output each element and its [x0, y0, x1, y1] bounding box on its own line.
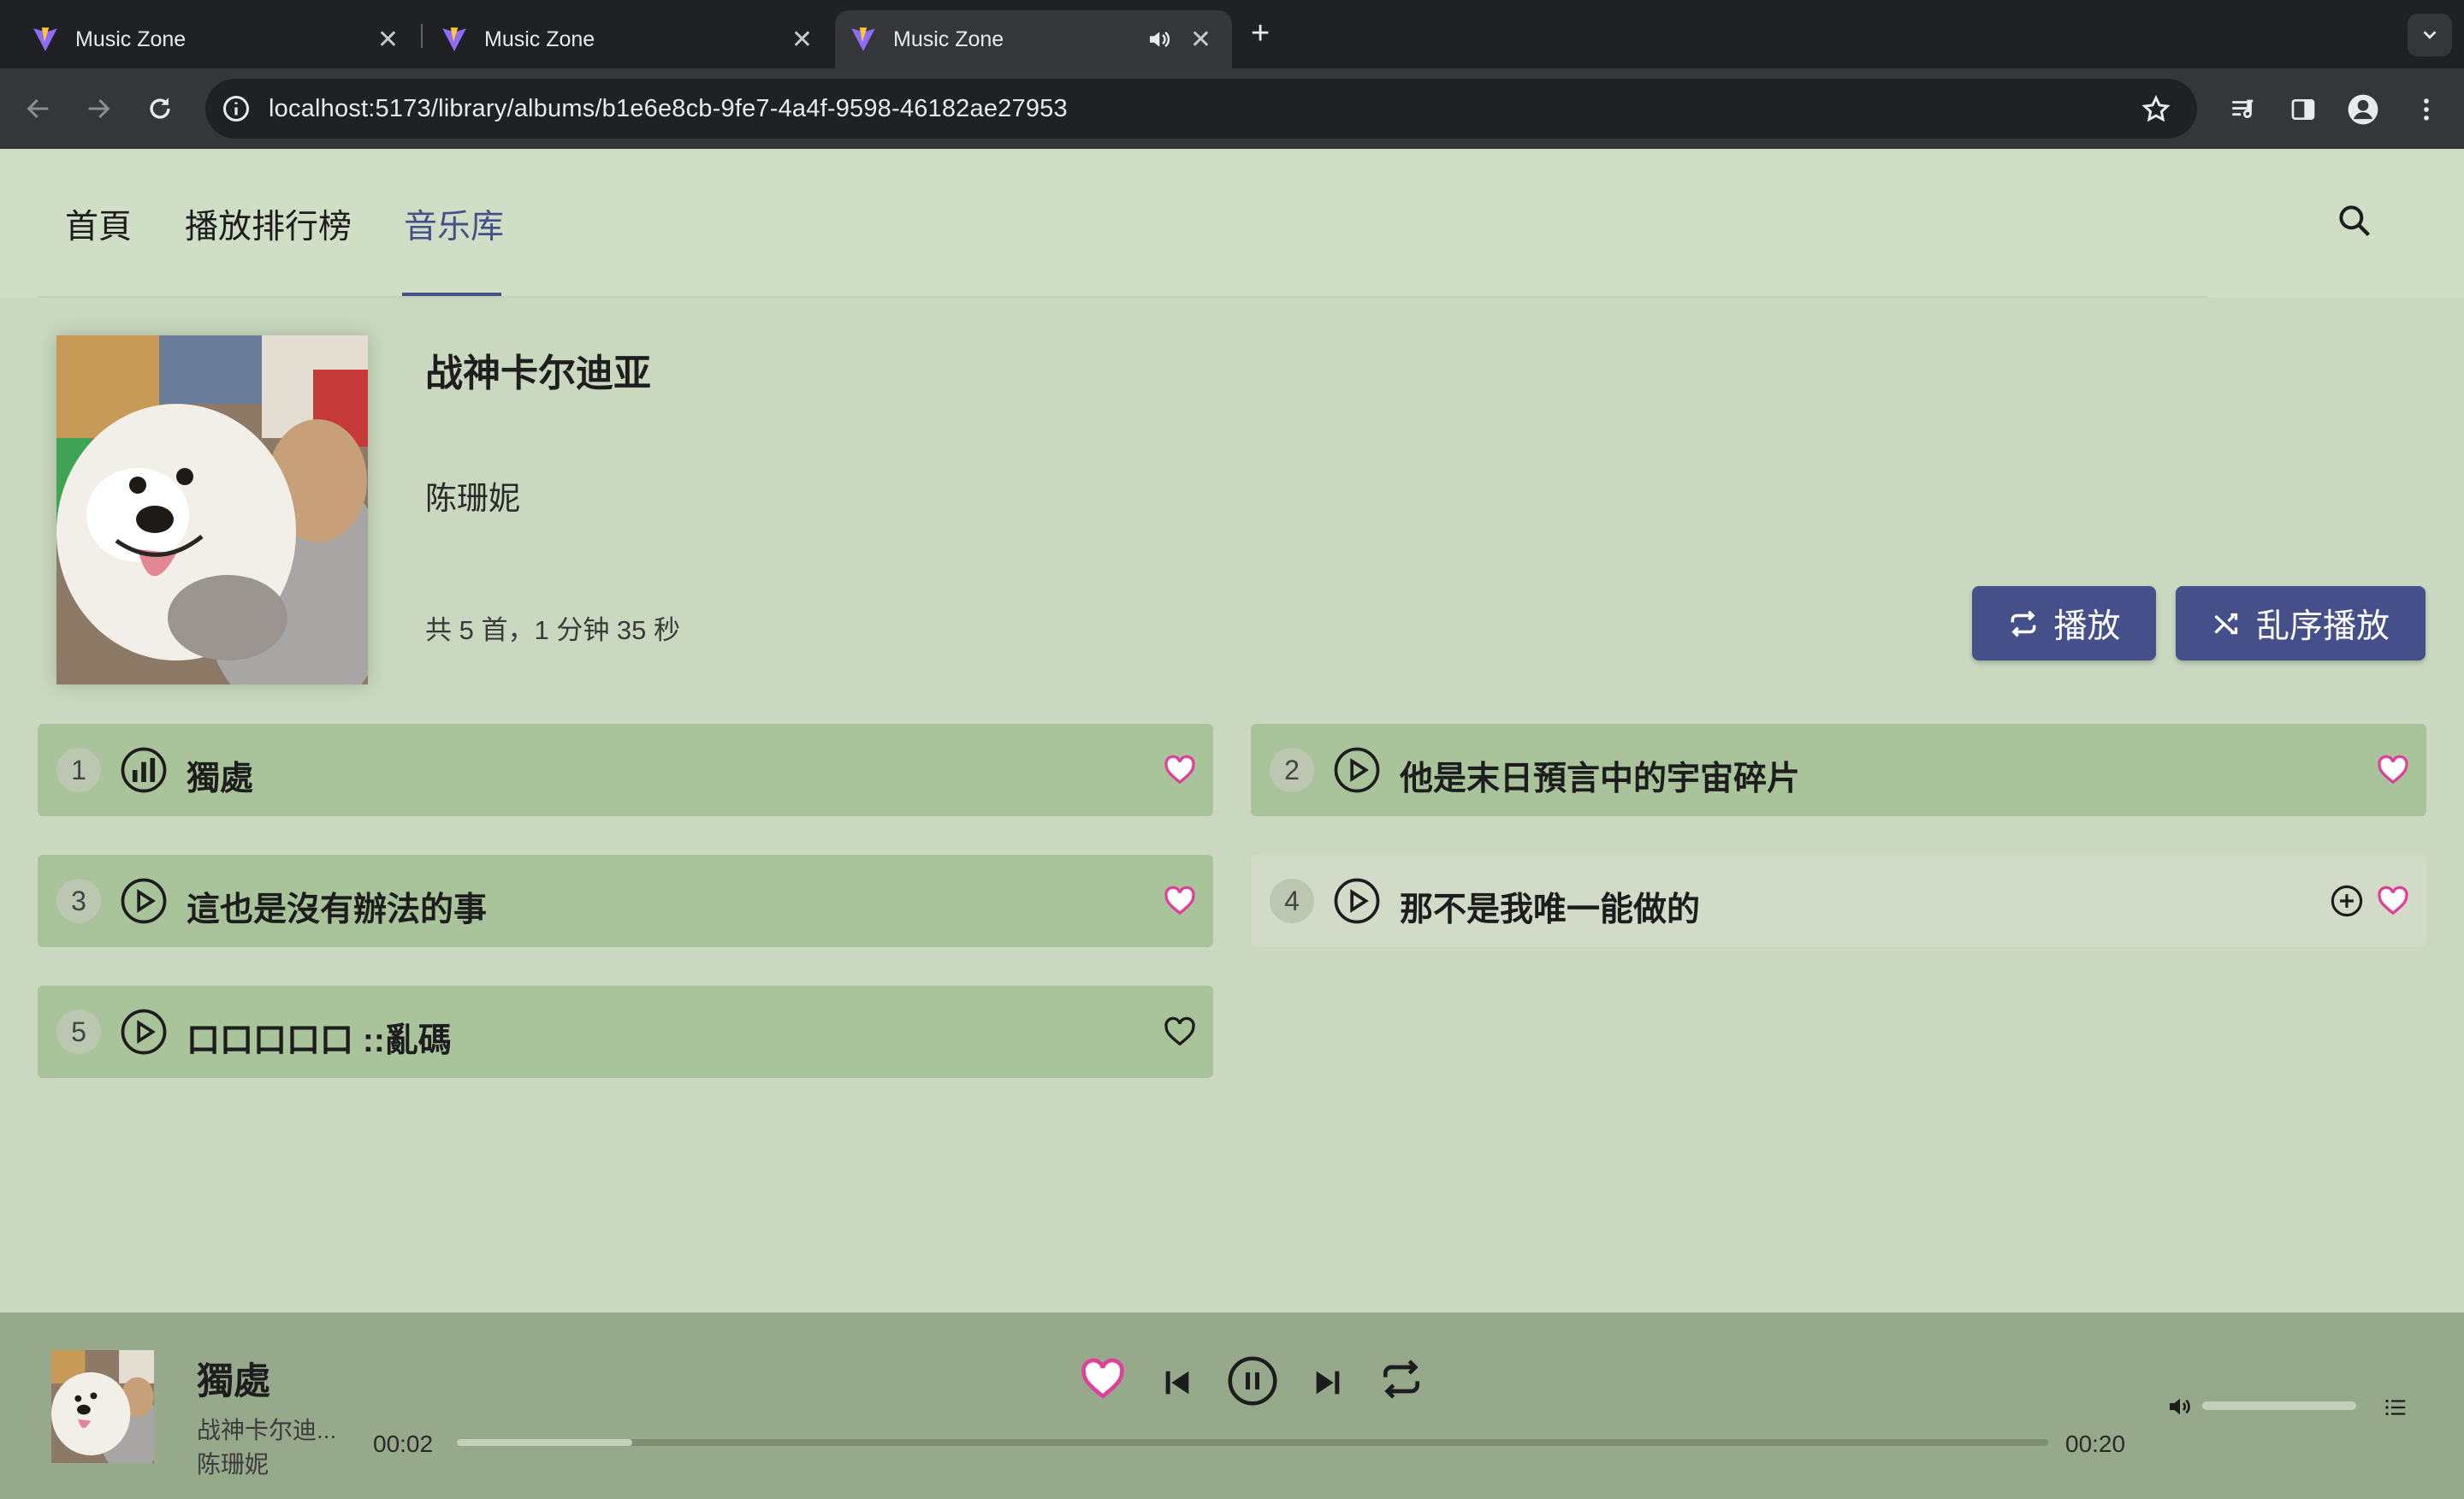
pause-circle-icon[interactable]: [1227, 1355, 1278, 1407]
browser-toolbar: localhost:5173/library/albums/b1e6e8cb-9…: [0, 68, 2464, 149]
browser-menu-button[interactable]: [2409, 92, 2443, 127]
total-time: 00:20: [2065, 1431, 2126, 1457]
reload-icon: [150, 98, 170, 119]
heart-icon[interactable]: [2375, 884, 2411, 918]
heart-icon[interactable]: [1162, 753, 1198, 787]
add-to-queue-icon[interactable]: [2329, 883, 2365, 919]
track-row[interactable]: 3 這也是沒有辦法的事: [38, 855, 1213, 947]
profile-button[interactable]: [2346, 92, 2380, 127]
now-playing-title: 獨處: [197, 1361, 270, 1402]
repeat-icon[interactable]: [1377, 1355, 1425, 1403]
search-icon[interactable]: [2336, 202, 2373, 240]
play-circle-icon[interactable]: [1333, 877, 1381, 925]
track-row[interactable]: 5 口口口口口 ::亂碼: [38, 986, 1213, 1078]
track-number: 5: [56, 1010, 101, 1054]
tab-charts[interactable]: 播放排行榜: [185, 200, 352, 248]
back-button[interactable]: [21, 91, 56, 127]
track-row[interactable]: 2 他是末日預言中的宇宙碎片: [1251, 724, 2426, 816]
progress-fill: [457, 1439, 632, 1446]
chevron-down-icon: [2423, 31, 2437, 39]
previous-track-icon[interactable]: [1160, 1364, 1194, 1401]
close-tab-icon[interactable]: ✕: [791, 25, 813, 55]
more-vertical-icon: [2424, 98, 2429, 121]
heart-icon[interactable]: [1162, 884, 1198, 918]
browser-tab-title: Music Zone: [484, 27, 595, 51]
url-text: localhost:5173/library/albums/b1e6e8cb-9…: [269, 95, 1068, 122]
track-title: 這也是沒有辦法的事: [187, 892, 488, 928]
track-number: 2: [1270, 748, 1314, 792]
track-number: 1: [56, 748, 101, 792]
repeat-icon: [2011, 610, 2036, 637]
close-tab-icon[interactable]: ✕: [1190, 25, 1211, 55]
browser-tab[interactable]: Music Zone ✕: [0, 10, 419, 68]
volume-slider[interactable]: [2202, 1401, 2356, 1410]
now-playing-cover-image: [51, 1350, 154, 1463]
shuffle-album-label: 乱序播放: [2255, 607, 2390, 645]
player-bar: 獨處 战神卡尔迪... 陈珊妮 00:02 00:20: [0, 1312, 2464, 1499]
track-number: 4: [1270, 879, 1314, 923]
shuffle-album-button[interactable]: 乱序播放: [2176, 586, 2426, 661]
play-circle-icon[interactable]: [120, 877, 168, 925]
now-playing-equalizer-icon[interactable]: [120, 746, 168, 794]
browser-tab[interactable]: Music Zone ✕: [423, 10, 833, 68]
tab-home[interactable]: 首頁: [65, 200, 132, 248]
next-track-icon[interactable]: [1311, 1364, 1345, 1401]
vite-favicon-icon: [33, 27, 57, 51]
volume-fill: [2202, 1401, 2356, 1410]
album-artist[interactable]: 陈珊妮: [425, 472, 520, 518]
browser-tab-title: Music Zone: [75, 27, 187, 51]
play-album-button[interactable]: 播放: [1972, 586, 2156, 661]
track-title: 獨處: [187, 761, 254, 797]
play-circle-icon[interactable]: [1333, 746, 1381, 794]
queue-music-icon: [2232, 99, 2254, 118]
arrow-right-icon: [88, 98, 110, 119]
vite-favicon-icon: [442, 27, 466, 51]
album-cover-image: [56, 335, 368, 684]
side-panel-icon: [2291, 99, 2315, 120]
heart-outline-icon[interactable]: [1162, 1015, 1198, 1049]
track-title: 那不是我唯一能做的: [1400, 892, 1701, 928]
side-panel-button[interactable]: [2286, 92, 2320, 127]
elapsed-time: 00:02: [373, 1431, 434, 1457]
tab-library[interactable]: 音乐库: [404, 200, 504, 248]
speaker-icon[interactable]: [1146, 27, 1171, 52]
now-playing-artist[interactable]: 陈珊妮: [197, 1446, 269, 1480]
header-divider: [38, 296, 2207, 298]
shuffle-icon: [2214, 613, 2238, 634]
track-title: 他是末日預言中的宇宙碎片: [1400, 761, 1801, 797]
track-row[interactable]: 1 獨處: [38, 724, 1213, 816]
address-bar[interactable]: localhost:5173/library/albums/b1e6e8cb-9…: [205, 79, 2197, 139]
account-icon: [2348, 94, 2378, 125]
queue-list-icon[interactable]: [2382, 1395, 2409, 1420]
close-tab-icon[interactable]: ✕: [377, 25, 399, 55]
album-cover: [56, 335, 368, 684]
browser-tab-active[interactable]: Music Zone ✕: [835, 10, 1232, 68]
tab-search-button[interactable]: [2408, 14, 2452, 56]
vite-favicon-icon: [851, 27, 875, 51]
arrow-left-icon: [27, 98, 49, 119]
heart-icon[interactable]: [2375, 753, 2411, 787]
browser-tab-title: Music Zone: [893, 27, 1004, 51]
now-playing-cover[interactable]: [51, 1350, 154, 1463]
play-album-label: 播放: [2053, 607, 2121, 645]
album-meta: 共 5 首，1 分钟 35 秒: [425, 615, 681, 645]
bookmark-star-icon[interactable]: [2141, 94, 2171, 125]
info-icon[interactable]: [221, 93, 252, 124]
new-tab-button[interactable]: +: [1251, 15, 1270, 52]
volume-icon[interactable]: [2166, 1393, 2194, 1420]
forward-button[interactable]: [80, 91, 116, 127]
browser-tab-bar: Music Zone ✕ Music Zone ✕ Music Zone ✕ +: [0, 0, 2464, 68]
track-row[interactable]: 4 那不是我唯一能做的: [1251, 855, 2426, 947]
track-title: 口口口口口 ::亂碼: [187, 1022, 452, 1059]
reload-button[interactable]: [142, 91, 178, 127]
now-playing-album[interactable]: 战神卡尔迪...: [197, 1412, 336, 1446]
progress-bar[interactable]: [457, 1439, 2048, 1446]
track-number: 3: [56, 879, 101, 923]
media-controls-button[interactable]: [2226, 92, 2260, 127]
play-circle-icon[interactable]: [120, 1008, 168, 1056]
app-header: 首頁 播放排行榜 音乐库: [0, 149, 2464, 298]
favorite-heart-icon[interactable]: [1078, 1355, 1128, 1403]
album-title: 战神卡尔迪亚: [425, 353, 651, 394]
